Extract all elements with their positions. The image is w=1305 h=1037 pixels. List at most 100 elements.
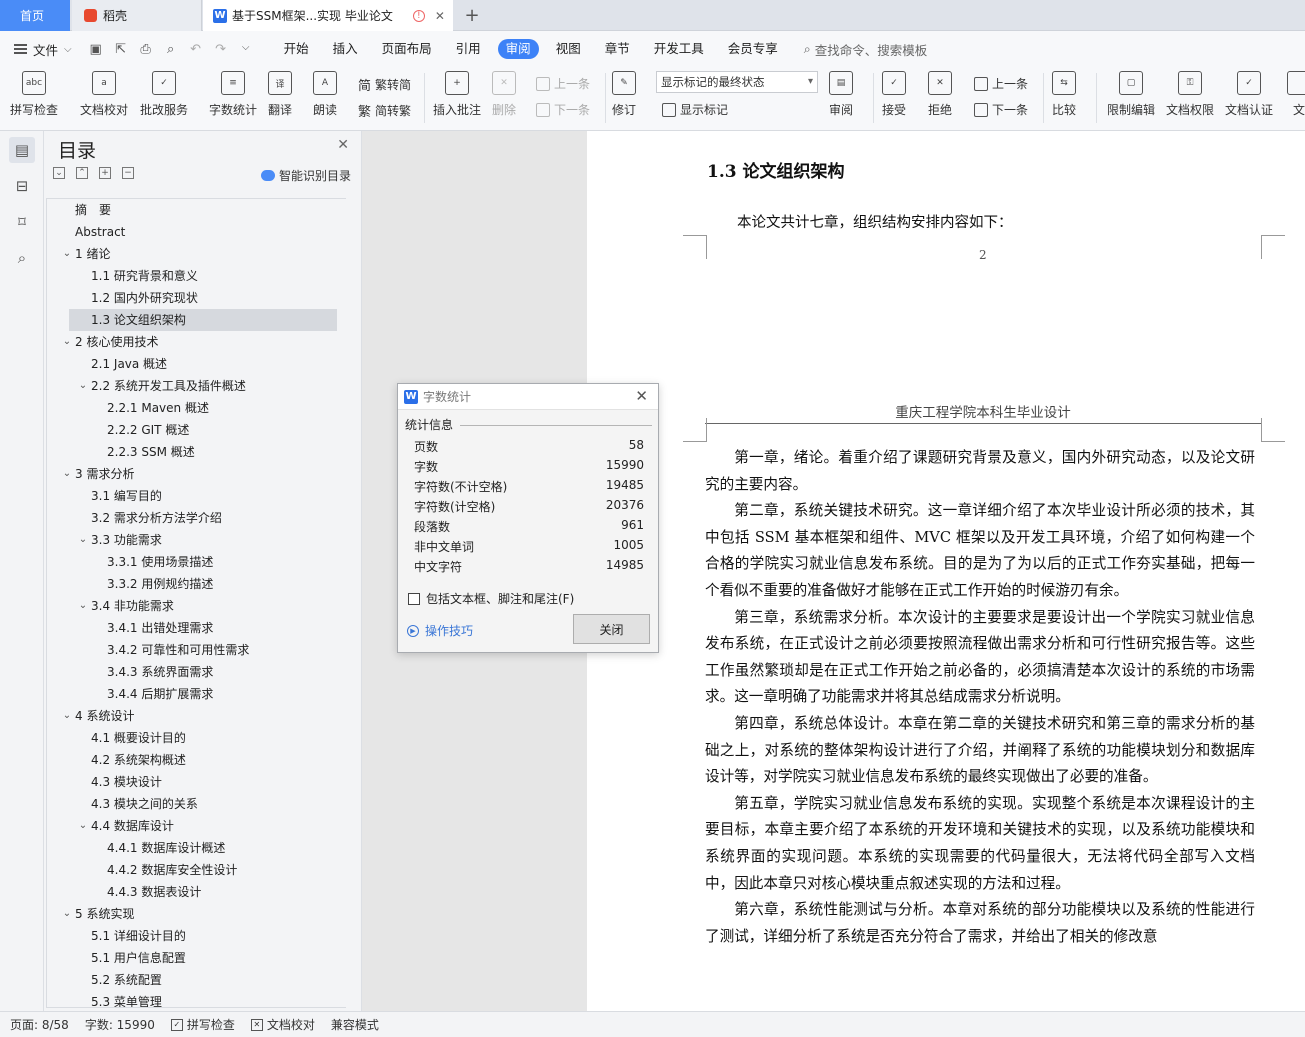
print-icon[interactable]: ⎙ <box>138 42 154 57</box>
menu-item[interactable]: 页面布局 <box>370 39 444 59</box>
trad-to-simp-button[interactable]: 简繁转简 <box>358 75 411 94</box>
accept-button[interactable]: ✓ 接受 <box>882 71 906 118</box>
toc-item[interactable]: 1.1 研究背景和意义 <box>47 265 337 287</box>
spell-check-button[interactable]: abc 拼写检查 <box>10 71 58 118</box>
delete-comment-button[interactable]: ✕ 删除 <box>492 71 516 118</box>
undo-icon[interactable]: ↶ <box>188 42 204 57</box>
compare-button[interactable]: ⇆ 比较 <box>1052 71 1076 118</box>
toc-item[interactable]: 3.4.2 可靠性和可用性需求 <box>47 639 337 661</box>
file-menu[interactable]: 文件 ⌵ <box>14 40 72 59</box>
toc-item[interactable]: 3.3.1 使用场景描述 <box>47 551 337 573</box>
chevron-down-icon[interactable]: ⌄ <box>77 375 89 397</box>
close-tab-icon[interactable]: ✕ <box>435 9 445 23</box>
toc-nav-icon[interactable]: ▤ <box>9 137 35 163</box>
page-indicator[interactable]: 页面: 8/58 <box>10 1016 69 1033</box>
revise-button[interactable]: ✎ 修订 <box>612 71 636 118</box>
toc-item[interactable]: 3.4.4 后期扩展需求 <box>47 683 337 705</box>
include-textbox-checkbox[interactable]: 包括文本框、脚注和尾注(F) <box>408 590 574 607</box>
collapse-all-icon[interactable]: ⌃ <box>76 167 88 179</box>
toc-item[interactable]: 3.1 编写目的 <box>47 485 337 507</box>
toc-item[interactable]: 3.3.2 用例规约描述 <box>47 573 337 595</box>
toc-item[interactable]: 5.3 菜单管理 <box>47 991 337 1007</box>
chevron-down-icon[interactable]: ⌄ <box>77 595 89 617</box>
toc-item[interactable]: ⌄ 2.2 系统开发工具及插件概述 <box>47 375 337 397</box>
toc-item[interactable]: 摘 要 <box>47 199 337 221</box>
close-icon[interactable]: ✕ <box>337 137 349 153</box>
toc-item[interactable]: ⌄ 3 需求分析 <box>47 463 337 485</box>
doc-check-status[interactable]: ✕ 文档校对 <box>250 1016 315 1033</box>
toc-item[interactable]: 4.4.1 数据库设计概述 <box>47 837 337 859</box>
reject-button[interactable]: ✕ 拒绝 <box>928 71 952 118</box>
close-button[interactable]: 关闭 <box>573 614 650 644</box>
customize-icon[interactable]: ⌵ <box>238 42 254 57</box>
toc-item[interactable]: Abstract <box>47 221 337 243</box>
chevron-down-icon[interactable]: ⌄ <box>61 331 73 353</box>
bookmark-icon[interactable]: ⌑ <box>9 209 35 235</box>
show-marks-button[interactable]: 显示标记 <box>662 101 728 118</box>
menu-item[interactable]: 会员专享 <box>716 39 790 59</box>
print-preview-icon[interactable]: ⌕ <box>163 42 179 57</box>
menu-item[interactable]: 插入 <box>321 39 370 59</box>
menu-item[interactable]: 引用 <box>444 39 493 59</box>
review-pane-button[interactable]: ▤ 审阅 <box>829 71 853 118</box>
toc-item[interactable]: 3.4.1 出错处理需求 <box>47 617 337 639</box>
toc-item[interactable]: ⌄ 4 系统设计 <box>47 705 337 727</box>
word-count-button[interactable]: ≡ 字数统计 <box>209 71 257 118</box>
prev-comment-button[interactable]: 上一条 <box>536 75 590 92</box>
close-icon[interactable]: ✕ <box>635 387 648 405</box>
toc-item[interactable]: 5.1 详细设计目的 <box>47 925 337 947</box>
word-count-indicator[interactable]: 字数: 15990 <box>85 1016 155 1033</box>
command-search[interactable]: ⌕ 查找命令、搜索模板 <box>804 40 928 59</box>
toc-item[interactable]: 4.3 模块之间的关系 <box>47 793 337 815</box>
tab-document[interactable]: W 基于SSM框架...实现 毕业论文! ✕ <box>203 0 453 31</box>
doc-permission-button[interactable]: ⚿ 文档权限 <box>1166 71 1214 118</box>
chevron-down-icon[interactable]: ⌄ <box>77 529 89 551</box>
toc-item[interactable]: 1.2 国内外研究现状 <box>47 287 337 309</box>
doc-check-button[interactable]: a 文档校对 <box>80 71 128 118</box>
translate-button[interactable]: 译翻译 <box>268 71 292 118</box>
chapter-nav-icon[interactable]: ⊟ <box>9 173 35 199</box>
toc-item[interactable]: 5.2 系统配置 <box>47 969 337 991</box>
tab-daoke[interactable]: 稻壳 <box>72 0 202 31</box>
menu-item[interactable]: 审阅 <box>497 39 539 59</box>
toc-item[interactable]: 2.1 Java 概述 <box>47 353 337 375</box>
read-aloud-button[interactable]: A 朗读 <box>313 71 337 118</box>
search-icon[interactable]: ⌕ <box>9 245 35 271</box>
add-heading-icon[interactable]: + <box>99 167 111 179</box>
remove-heading-icon[interactable]: − <box>122 167 134 179</box>
menu-item[interactable]: 开发工具 <box>642 39 716 59</box>
doc-certify-button[interactable]: ✓ 文档认证 <box>1225 71 1273 118</box>
chevron-down-icon[interactable]: ⌄ <box>61 705 73 727</box>
toc-item[interactable]: ⌄ 4.4 数据库设计 <box>47 815 337 837</box>
next-comment-button[interactable]: 下一条 <box>536 101 590 118</box>
toc-item[interactable]: 2.2.1 Maven 概述 <box>47 397 337 419</box>
tab-home[interactable]: 首页 <box>0 0 70 31</box>
new-tab-button[interactable]: + <box>460 0 484 31</box>
restrict-edit-button[interactable]: ▢ 限制编辑 <box>1107 71 1155 118</box>
next-change-button[interactable]: 下一条 <box>974 101 1028 118</box>
toc-item[interactable]: 4.4.3 数据表设计 <box>47 881 337 903</box>
save-icon[interactable]: ▣ <box>88 42 104 57</box>
toc-item[interactable]: 3.2 需求分析方法学介绍 <box>47 507 337 529</box>
chevron-down-icon[interactable]: ⌄ <box>77 815 89 837</box>
toc-item[interactable]: 4.3 模块设计 <box>47 771 337 793</box>
document-body[interactable]: 第一章，绪论。着重介绍了课题研究背景及意义，国内外研究动态，以及论文研究的主要内… <box>705 445 1255 950</box>
toc-item[interactable]: ⌄ 3.3 功能需求 <box>47 529 337 551</box>
chevron-down-icon[interactable]: ⌄ <box>61 463 73 485</box>
toc-item[interactable]: ⌄ 1 绪论 <box>47 243 337 265</box>
expand-all-icon[interactable]: ⌄ <box>53 167 65 179</box>
menu-item[interactable]: 开始 <box>272 39 321 59</box>
toc-item[interactable]: 4.2 系统架构概述 <box>47 749 337 771</box>
toc-item[interactable]: ⌄ 2 核心使用技术 <box>47 331 337 353</box>
toc-item[interactable]: 2.2.3 SSM 概述 <box>47 441 337 463</box>
chevron-down-icon[interactable]: ⌄ <box>61 243 73 265</box>
toc-item[interactable]: 4.4.2 数据库安全性设计 <box>47 859 337 881</box>
toc-item[interactable]: 2.2.2 GIT 概述 <box>47 419 337 441</box>
prev-change-button[interactable]: 上一条 <box>974 75 1028 92</box>
toc-item[interactable]: ⌄ 5 系统实现 <box>47 903 337 925</box>
menu-item[interactable]: 章节 <box>593 39 642 59</box>
menu-item[interactable]: 视图 <box>544 39 593 59</box>
toc-item[interactable]: 5.1 用户信息配置 <box>47 947 337 969</box>
toc-item[interactable]: 1.3 论文组织架构 <box>69 309 337 331</box>
chevron-down-icon[interactable]: ⌄ <box>61 903 73 925</box>
